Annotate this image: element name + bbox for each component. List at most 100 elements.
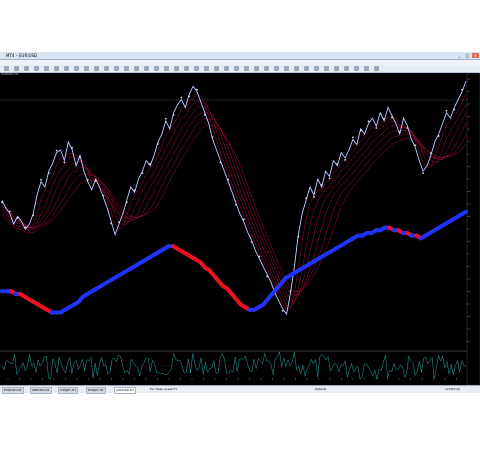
toolbar-button[interactable]: [74, 66, 79, 71]
toolbar-button[interactable]: [124, 66, 129, 71]
price-marker: [94, 180, 97, 182]
price-marker: [219, 161, 222, 164]
chart-tab-active[interactable]: AUDUSD,H1: [114, 387, 137, 394]
price-marker: [188, 95, 191, 98]
toolbar-button[interactable]: [94, 66, 99, 71]
toolbar-button[interactable]: [104, 66, 109, 71]
toolbar-button[interactable]: [194, 66, 199, 71]
price-marker: [289, 290, 292, 292]
toolbar-button[interactable]: [4, 66, 9, 71]
toolbar-button[interactable]: [64, 66, 69, 71]
toolbar-button[interactable]: [174, 66, 179, 71]
price-marker: [180, 96, 183, 99]
chart-tab[interactable]: EURUSD,H1: [2, 387, 24, 394]
price-marker: [328, 177, 331, 180]
price-marker: [1, 201, 3, 204]
status-profile: Default: [315, 387, 326, 391]
toolbar-button[interactable]: [34, 66, 39, 71]
price-marker: [313, 196, 315, 198]
price-marker: [110, 222, 113, 225]
toolbar-button[interactable]: [14, 66, 19, 71]
toolbar-button[interactable]: [224, 66, 229, 71]
toolbar-button[interactable]: [294, 66, 299, 71]
price-marker: [211, 136, 214, 139]
price-marker: [203, 113, 206, 116]
price-marker: [320, 184, 323, 186]
price-marker: [227, 178, 230, 181]
trading-terminal-window: MT4 – EUR/USD _ □ × File View Insert Cha…: [0, 52, 480, 394]
price-marker: [406, 127, 409, 129]
price-marker: [242, 218, 245, 221]
slow-ma-up: [459, 209, 468, 217]
price-marker: [172, 113, 175, 116]
toolbar-button[interactable]: [144, 66, 149, 71]
price-marker: [86, 178, 89, 181]
price-marker: [63, 161, 66, 164]
price-chart[interactable]: [0, 73, 480, 385]
toolbar-button[interactable]: [304, 66, 309, 71]
toolbar-button[interactable]: [264, 66, 269, 71]
price-marker: [164, 117, 167, 120]
toolbar-button[interactable]: [354, 66, 359, 71]
chart-tab[interactable]: GBPUSD,H1: [30, 387, 52, 394]
toolbar-button[interactable]: [274, 66, 279, 71]
toolbar-button[interactable]: [154, 66, 159, 71]
price-marker: [367, 120, 370, 123]
toolbar-button[interactable]: [204, 66, 209, 71]
price-marker: [391, 116, 393, 119]
price-marker: [305, 197, 308, 200]
price-marker: [118, 221, 120, 224]
status-bar: EURUSD,H1 GBPUSD,H1 USDJPY,H1 EURJPY,H1 …: [0, 385, 480, 394]
toolbar-button[interactable]: [324, 66, 329, 71]
price-marker: [398, 131, 401, 133]
chart-tab[interactable]: USDJPY,H1: [58, 387, 78, 394]
price-marker: [461, 88, 464, 91]
toolbar-button[interactable]: [334, 66, 339, 71]
price-marker: [8, 210, 11, 213]
price-marker: [79, 156, 81, 159]
ma-fan-line: [1, 105, 467, 304]
toolbar-button[interactable]: [54, 66, 59, 71]
close-icon[interactable]: ×: [472, 53, 479, 58]
maximize-icon[interactable]: □: [464, 53, 471, 58]
toolbar-button[interactable]: [364, 66, 369, 71]
toolbar-button[interactable]: [244, 66, 249, 71]
price-marker: [359, 129, 362, 132]
price-marker: [149, 162, 152, 165]
price-marker: [422, 172, 425, 174]
price-marker: [125, 201, 128, 204]
price-marker: [141, 172, 144, 174]
toolbar-button[interactable]: [374, 66, 379, 71]
price-marker: [32, 214, 35, 217]
minimize-icon[interactable]: _: [456, 53, 463, 58]
toolbar-button[interactable]: [234, 66, 239, 71]
toolbar-button[interactable]: [134, 66, 139, 71]
toolbar: [0, 65, 480, 73]
price-marker: [71, 147, 74, 149]
price-marker: [47, 172, 50, 174]
price-marker: [430, 152, 432, 155]
title-bar: MT4 – EUR/USD _ □ ×: [0, 52, 480, 60]
price-marker: [383, 117, 386, 120]
price-marker: [437, 135, 440, 137]
window-title: MT4 – EUR/USD: [6, 53, 38, 58]
toolbar-button[interactable]: [344, 66, 349, 71]
toolbar-button[interactable]: [284, 66, 289, 71]
price-marker: [297, 235, 300, 238]
price-marker: [102, 194, 105, 197]
ma-fan-line: [1, 111, 467, 300]
toolbar-button[interactable]: [24, 66, 29, 71]
price-marker: [352, 136, 354, 139]
toolbar-button[interactable]: [84, 66, 89, 71]
toolbar-button[interactable]: [314, 66, 319, 71]
toolbar-button[interactable]: [254, 66, 259, 71]
toolbar-button[interactable]: [44, 66, 49, 71]
toolbar-button[interactable]: [114, 66, 119, 71]
toolbar-button[interactable]: [164, 66, 169, 71]
toolbar-button[interactable]: [184, 66, 189, 71]
price-marker: [133, 189, 136, 192]
ma-fan-line: [1, 100, 467, 308]
chart-tab[interactable]: EURJPY,H1: [86, 387, 106, 394]
price-marker: [336, 162, 339, 165]
toolbar-button[interactable]: [214, 66, 219, 71]
